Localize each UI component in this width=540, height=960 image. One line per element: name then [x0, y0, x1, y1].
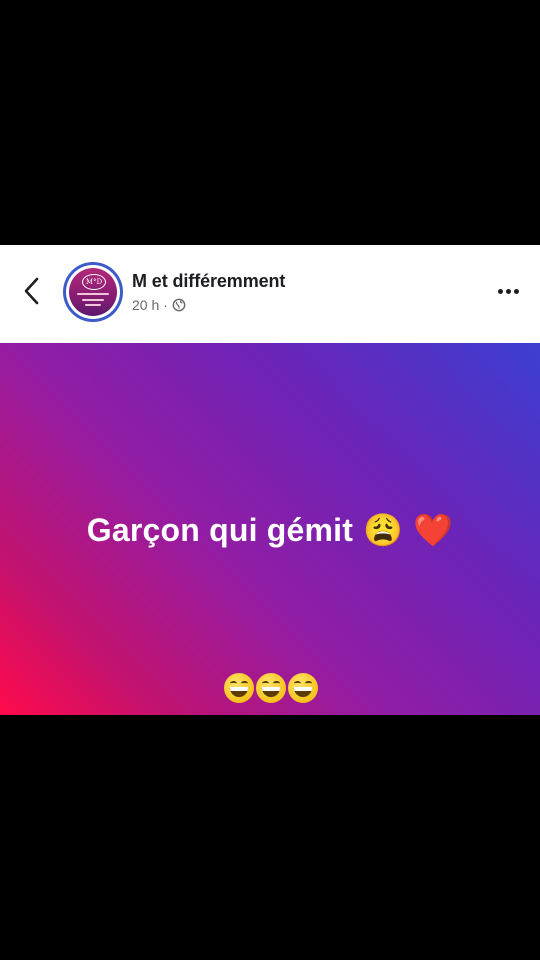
- post-time[interactable]: 20 h: [132, 297, 159, 313]
- laughing-face-emoji: [224, 673, 254, 703]
- more-horizontal-icon: [513, 288, 519, 294]
- author-name[interactable]: M et différemment: [132, 271, 285, 292]
- more-horizontal-icon: [505, 288, 511, 294]
- red-heart-emoji: ❤️: [413, 512, 454, 548]
- laughing-face-emoji: [288, 673, 318, 703]
- post-text: Garçon qui gémit: [86, 511, 354, 548]
- post-meta: 20 h ·: [132, 297, 186, 313]
- post-text-row: Garçon qui gémit 😩 ❤️: [0, 511, 540, 549]
- avatar-line: [82, 299, 104, 301]
- post-header: M°D M et différemment 20 h ·: [0, 245, 540, 343]
- back-button[interactable]: [14, 273, 50, 309]
- reaction-emojis: [224, 673, 320, 703]
- weary-face-emoji: 😩: [363, 512, 404, 548]
- laughing-face-emoji: [256, 673, 286, 703]
- more-horizontal-icon: [497, 288, 503, 294]
- avatar[interactable]: M°D: [66, 265, 120, 319]
- avatar-line: [77, 293, 109, 295]
- avatar-logo: M°D: [82, 274, 106, 290]
- more-options-button[interactable]: [490, 279, 526, 303]
- avatar-line: [85, 304, 101, 306]
- avatar-image: M°D: [69, 268, 117, 316]
- post-background: Garçon qui gémit 😩 ❤️: [0, 343, 540, 715]
- chevron-left-icon: [24, 277, 39, 305]
- meta-separator: ·: [163, 297, 168, 313]
- globe-icon: [172, 298, 186, 312]
- post-card: M°D M et différemment 20 h · Garçon qui …: [0, 245, 540, 715]
